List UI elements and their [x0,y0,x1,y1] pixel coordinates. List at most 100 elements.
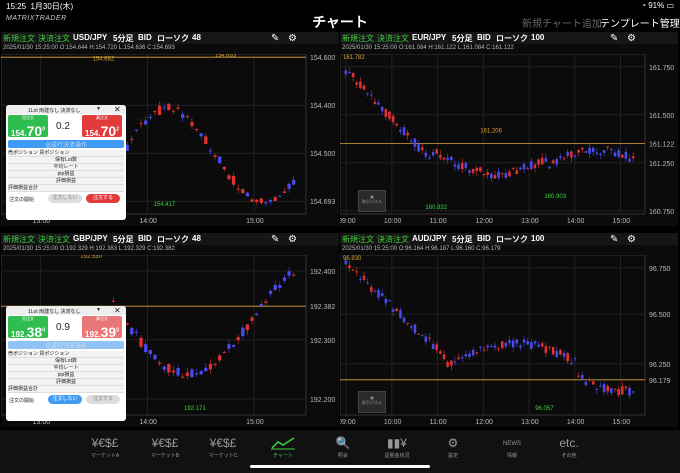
timeframe-selector[interactable]: 5分足 [452,33,472,44]
candle-body [176,107,180,109]
settle-all-button[interactable]: 全成行決済操作 [8,140,124,149]
price-type-selector[interactable]: BID [477,234,491,243]
candle-body [522,339,526,343]
price-type-selector[interactable]: BID [138,234,152,243]
no-order-toggle[interactable]: 注文しない [48,395,82,404]
settle-order-button[interactable]: 決済注文 [38,234,70,245]
candle-body [511,340,515,348]
price-type-selector[interactable]: BID [138,33,152,42]
y-tick-label: 154.500 [310,151,335,158]
trade-panel-toggle[interactable]: ▣ 取引パネル [358,391,386,413]
nav-market-c[interactable]: ¥€$£ マーケットC [198,436,248,459]
settle-all-button[interactable]: 全成行決済操作 [8,341,124,350]
candle-body [599,153,602,155]
pair-selector[interactable]: EUR/JPY [412,33,446,42]
buy-button[interactable]: 買注文 154.702 [82,115,122,139]
new-chart-button[interactable]: 新規チャート追加 [522,15,602,30]
pair-selector[interactable]: USD/JPY [73,33,107,42]
candle-body [522,164,526,170]
candle-body [111,300,115,302]
candle-body [435,344,439,351]
gear-icon[interactable]: ⚙ [627,33,636,44]
y-tick-label: 161.750 [649,65,674,72]
gear-icon[interactable]: ⚙ [288,33,297,44]
candle-body [573,358,577,360]
timeframe-selector[interactable]: 5分足 [113,33,133,44]
timeframe-selector[interactable]: 5分足 [113,234,133,245]
price-type-selector[interactable]: BID [477,33,491,42]
candle-body [162,107,166,109]
candle-body [551,347,555,355]
nav-margin[interactable]: ▮▮¥ 証拠金状況 [372,436,422,459]
bar-count-selector[interactable]: 100 [531,33,544,42]
y-tick-label: 96.500 [649,312,671,319]
order-settings-bar[interactable]: 1Lot 両建なし 決済なし ▼ ✕ [6,105,126,114]
chart-type-selector[interactable]: ローソク [157,33,189,44]
candle-body [613,388,617,390]
settle-order-button[interactable]: 決済注文 [377,33,409,44]
settle-order-button[interactable]: 決済注文 [38,33,70,44]
y-tick-label: 192.382 [310,304,335,311]
new-order-button[interactable]: 新規注文 [3,234,35,245]
nav-market-a[interactable]: ¥€$£ マーケットA [80,436,130,459]
bar-count-selector[interactable]: 100 [531,234,544,243]
pair-selector[interactable]: AUD/JPY [412,234,447,243]
nav-market-b[interactable]: ¥€$£ マーケットB [140,436,190,459]
yes-order-toggle[interactable]: 注文する [86,194,120,203]
candle-body [617,388,620,396]
bar-count-selector[interactable]: 48 [192,234,201,243]
pencil-icon[interactable]: ✎ [271,234,279,245]
x-tick-label: 15:00 [613,419,631,426]
chart-type-selector[interactable]: ローソク [157,234,189,245]
candle-body [446,362,449,367]
candle-body [236,337,240,341]
candle-body [471,168,475,174]
chart-type-selector[interactable]: ローソク [496,234,528,245]
chart-type-selector[interactable]: ローソク [496,33,528,44]
pencil-icon[interactable]: ✎ [271,33,279,44]
sell-button[interactable]: 売注文 192.380 [8,316,48,340]
candle-body [148,349,152,354]
nav-settings[interactable]: ⚙ 設定 [428,436,478,459]
nav-inquiry[interactable]: 🔍 照会 [318,436,368,459]
candle-body [222,351,226,353]
nav-chart[interactable]: チャート [258,436,308,459]
yes-order-toggle[interactable]: 注文する [86,395,120,404]
candlestick-chart[interactable]: 96.750 96.500 96.250 96.179 09:00 10:00 11:00 1… [340,255,678,427]
candle-body [222,166,226,170]
close-icon[interactable]: ✕ [114,105,121,114]
candle-body [380,106,384,112]
y-tick-label: 96.750 [649,266,671,273]
trade-panel-toggle[interactable]: ▣ 取引パネル [358,190,386,212]
new-order-button[interactable]: 新規注文 [342,33,374,44]
nav-etc[interactable]: etc. その他 [544,436,594,459]
candle-body [559,349,562,355]
settle-order-button[interactable]: 決済注文 [377,234,409,245]
candle-body [450,156,453,161]
order-settings-bar[interactable]: 1Lot 両建なし 決済なし ▼ ✕ [6,306,126,315]
candle-body [355,82,359,85]
close-icon[interactable]: ✕ [114,306,121,315]
pencil-icon[interactable]: ✎ [610,234,618,245]
etc-icon: etc. [559,436,579,450]
gear-icon[interactable]: ⚙ [627,234,636,245]
bar-count-selector[interactable]: 48 [192,33,201,42]
candle-body [530,161,533,170]
candle-body [566,353,569,362]
candle-body [471,349,475,356]
candlestick-chart[interactable]: 161.750 161.500 161.250 161.122 160.750 09:00… [340,54,678,226]
pencil-icon[interactable]: ✎ [610,33,618,44]
timeframe-selector[interactable]: 5分足 [452,234,472,245]
gear-icon[interactable]: ⚙ [288,234,297,245]
no-order-toggle[interactable]: 注文しない [48,194,82,203]
new-order-button[interactable]: 新規注文 [3,33,35,44]
candle-body [475,167,479,172]
sell-button[interactable]: 売注文 154.700 [8,115,48,139]
new-order-button[interactable]: 新規注文 [342,234,374,245]
buy-button[interactable]: 買注文 192.390 [82,316,122,340]
template-manage-button[interactable]: テンプレート管理 [600,15,680,30]
pair-selector[interactable]: GBP/JPY [73,234,108,243]
candle-body [190,369,194,378]
nav-news[interactable]: NEWS 情報 [487,436,537,459]
candle-body [227,175,231,180]
